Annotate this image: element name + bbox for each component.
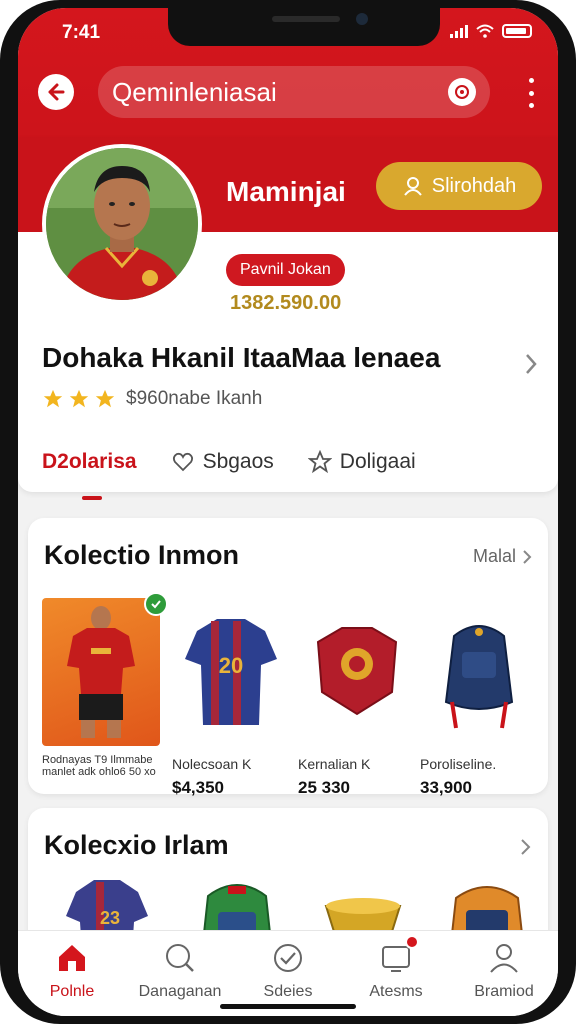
search-icon (166, 944, 194, 972)
home-indicator (220, 1004, 356, 1009)
see-more-label: Malal (472, 546, 516, 566)
item-thumbnail (420, 598, 538, 746)
player-jersey-icon (67, 606, 135, 738)
search-bar[interactable] (98, 66, 490, 118)
section-title: Kolectio Inmon (44, 540, 239, 570)
svg-text:20: 20 (219, 653, 243, 678)
screen: 7:41 Qeminleniasai Maminjai Slirohdah Pa… (18, 8, 558, 1016)
profile-tabs: D2olarisa Sbgaos Doligaai (42, 450, 416, 474)
item-thumbnail (298, 598, 416, 746)
follow-button[interactable]: Slirohdah (376, 162, 542, 210)
nav-label: Polnle (49, 983, 95, 1000)
user-icon (403, 177, 422, 196)
camera (356, 13, 368, 25)
item-thumbnail: 20 (172, 598, 290, 746)
nav-scan[interactable]: Sdeies (238, 941, 338, 1001)
star-outline-icon (307, 450, 332, 474)
status-badge: Pavnil Jokan (226, 254, 345, 286)
star-icon (43, 389, 63, 408)
notch (168, 8, 440, 46)
rating-text: $960nabe Ikanh (126, 388, 263, 409)
collection-section-1: Kolectio Inmon Malal Rodnayas T9 Ilmmabe… (28, 518, 548, 797)
inbox-icon-wrapper (379, 935, 419, 975)
phone-frame: 7:41 Qeminleniasai Maminjai Slirohdah Pa… (0, 0, 576, 1024)
nav-label: Bramiod (474, 983, 534, 1000)
collection-item[interactable]: Rodnayas T9 Ilmmabe manlet adk ohlo6 50 … (42, 592, 168, 790)
username: Maminjai (226, 176, 346, 207)
collection-item[interactable]: Poroliseline. 33,900 (420, 598, 538, 798)
item-name: Kernalian K (298, 756, 371, 772)
star-icon (95, 389, 115, 408)
verified-badge-icon (144, 592, 168, 616)
chevron-right-icon[interactable] (520, 838, 532, 856)
item-name: Nolecsoan K (172, 756, 252, 772)
nav-inbox[interactable]: Atesms (346, 935, 446, 1001)
item-price: $4,350 (172, 778, 224, 797)
profile-card: Maminjai Slirohdah Pavnil Jokan 1382.590… (18, 138, 558, 500)
item-name: Poroliseline. (420, 756, 497, 772)
tab-indicator (82, 496, 102, 500)
home-icon (59, 945, 85, 971)
shoulder-armor-icon (316, 627, 398, 716)
item-price: 33,900 (420, 778, 472, 797)
collection-item[interactable]: 20 Nolecsoan K $4,350 (172, 598, 290, 798)
tab-overview[interactable]: D2olarisa (42, 450, 137, 474)
tab-favorites[interactable]: Sbgaos (171, 450, 274, 474)
signal-icon (450, 24, 468, 38)
nav-profile[interactable]: Bramiod (454, 941, 554, 1001)
tab-label: D2olarisa (42, 450, 137, 473)
star-icon (69, 389, 89, 408)
speaker (272, 16, 340, 22)
profile-icon (490, 944, 518, 973)
item-price: 25 330 (298, 778, 350, 797)
item-name: Rodnayas T9 Ilmmabe manlet adk ohlo6 50 … (42, 754, 156, 778)
mic-icon (455, 85, 469, 99)
avatar[interactable] (42, 144, 202, 304)
rating: $960nabe Ikanh (42, 388, 262, 410)
heart-icon (172, 452, 193, 472)
back-button[interactable] (38, 74, 74, 110)
nav-label: Danaganan (138, 983, 222, 1000)
status-time: 7:41 (62, 22, 101, 43)
collection-item[interactable]: Kernalian K 25 330 (298, 598, 416, 798)
notification-badge (405, 935, 419, 949)
nav-search[interactable]: Danaganan (130, 941, 230, 1001)
collection-section-2: Kolecxio Irlam 23 (28, 808, 548, 948)
full-name: Dohaka Hkanil ItaaMaa lenaea (42, 342, 441, 373)
section-title: Kolecxio Irlam (44, 830, 229, 860)
chevron-right-icon (523, 549, 532, 564)
more-options-icon[interactable] (526, 78, 536, 108)
tab-collection[interactable]: Doligaai (307, 450, 416, 474)
mic-button[interactable] (448, 78, 476, 106)
arrow-left-icon (48, 83, 65, 101)
battery-icon (502, 24, 532, 38)
chevron-right-icon[interactable] (524, 352, 538, 376)
scan-icon (274, 944, 302, 972)
nav-home[interactable]: Polnle (22, 941, 122, 1001)
blue-jersey-icon: 20 (185, 619, 277, 725)
points-value: 1382.590.00 (230, 292, 342, 314)
see-more-link[interactable]: Malal (473, 546, 532, 567)
svg-text:23: 23 (100, 908, 120, 928)
tab-label: Sbgaos (202, 450, 274, 473)
nav-label: Atesms (369, 983, 423, 1000)
wifi-icon (476, 24, 494, 38)
player-photo-icon (46, 148, 198, 300)
search-input[interactable] (112, 76, 432, 108)
nav-label: Sdeies (263, 983, 313, 1000)
backpack-icon (444, 625, 514, 729)
tab-label: Doligaai (339, 450, 416, 473)
status-icons (450, 24, 532, 38)
item-thumbnail (42, 592, 168, 746)
follow-label: Slirohdah (431, 174, 517, 197)
